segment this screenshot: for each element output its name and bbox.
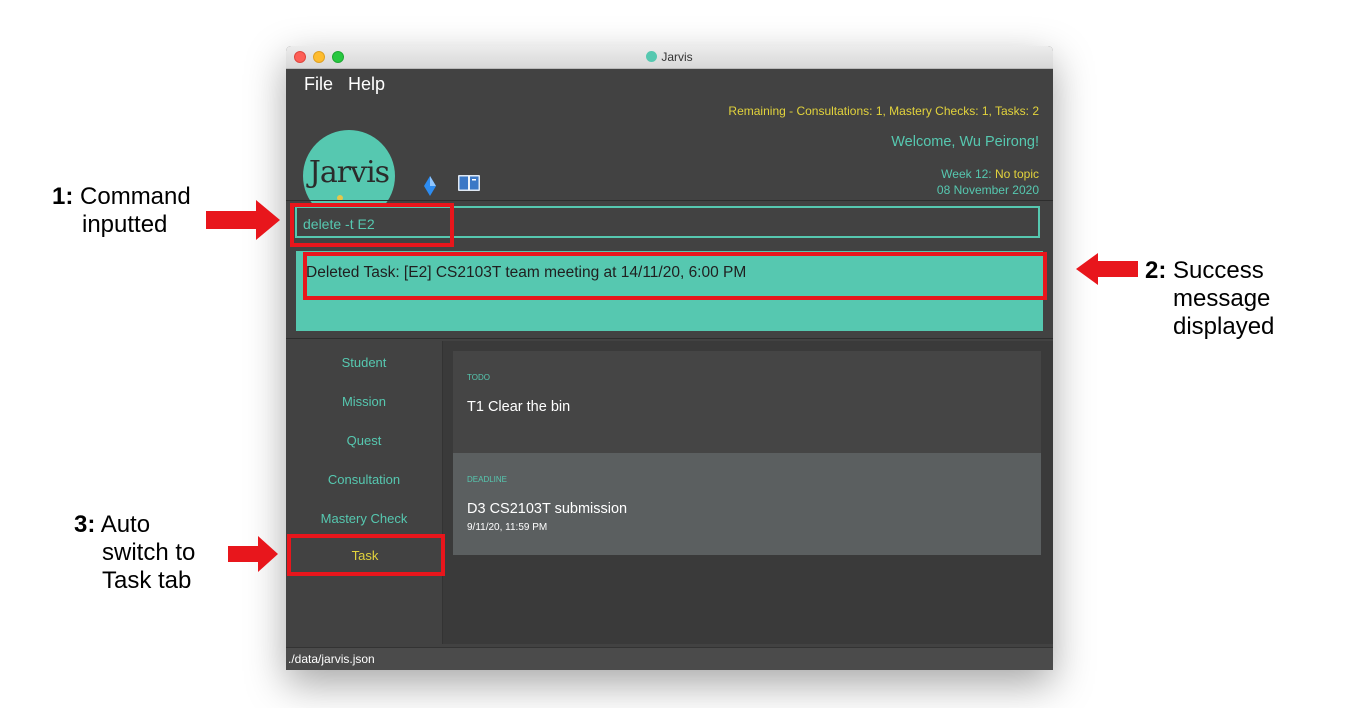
task-type-label: DEADLINE — [467, 475, 508, 484]
header-divider — [286, 200, 1053, 201]
data-file-path: ./data/jarvis.json — [288, 652, 375, 666]
task-list-panel: TODO T1 Clear the bin DEADLINE D3 CS2103… — [443, 341, 1053, 644]
tab-consultation[interactable]: Consultation — [286, 472, 442, 487]
tab-mission[interactable]: Mission — [286, 394, 442, 409]
annotation-3-line3: Task tab — [102, 567, 192, 594]
annotation-2-line2: message — [1173, 285, 1271, 312]
app-icon — [646, 51, 658, 62]
week-info: Week 12: No topic — [941, 167, 1039, 181]
annotation-1-line1: Command — [80, 183, 191, 210]
task-type-label: TODO — [467, 373, 490, 382]
annotation-3: 3: Auto switch to Task tab — [74, 511, 195, 595]
task-title: T1 Clear the bin — [467, 399, 571, 415]
arrow-left-icon — [1076, 253, 1138, 285]
window-title-wrap: Jarvis — [286, 50, 1053, 64]
menu-bar: File Help — [286, 69, 1053, 99]
week-label: Week 12: — [941, 167, 995, 181]
annotation-3-number: 3: — [74, 511, 96, 538]
task-deadline: 9/11/20, 11:59 PM — [467, 522, 548, 533]
tab-quest[interactable]: Quest — [286, 433, 442, 448]
task-title: D3 CS2103T submission — [467, 501, 628, 517]
result-divider — [286, 338, 1053, 339]
menu-help[interactable]: Help — [348, 74, 385, 95]
annotation-2-line3: displayed — [1173, 313, 1275, 340]
status-bar: ./data/jarvis.json — [286, 647, 1053, 670]
window-title: Jarvis — [661, 50, 693, 64]
welcome-message: Welcome, Wu Peirong! — [891, 134, 1039, 150]
tab-sidebar: Student Mission Quest Consultation Maste… — [286, 341, 443, 644]
highlight-result-box — [303, 252, 1047, 300]
app-window: Jarvis File Help Jarvis Remaining - Cons… — [286, 46, 1053, 670]
tab-student[interactable]: Student — [286, 355, 442, 370]
user-guide-book-icon[interactable] — [458, 173, 480, 193]
task-card[interactable]: TODO T1 Clear the bin — [453, 351, 1041, 453]
week-topic: No topic — [994, 167, 1039, 181]
annotation-2-number: 2: — [1145, 257, 1167, 284]
tab-mastery-check[interactable]: Mastery Check — [286, 511, 442, 526]
annotation-1-number: 1: — [52, 183, 74, 210]
highlight-task-tab — [287, 534, 445, 576]
menu-file[interactable]: File — [304, 74, 333, 95]
highlight-command-box — [290, 203, 454, 247]
logo-text: Jarvis — [308, 155, 390, 190]
arrow-right-icon — [206, 200, 280, 240]
remaining-summary: Remaining - Consultations: 1, Mastery Ch… — [728, 104, 1039, 118]
annotation-3-line2: switch to — [102, 539, 196, 566]
annotation-2: 2: Success message displayed — [1145, 257, 1274, 341]
title-bar[interactable]: Jarvis — [286, 46, 1053, 69]
annotation-3-line1: Auto — [100, 511, 151, 538]
current-date: 08 November 2020 — [936, 183, 1039, 197]
diamond-icon[interactable] — [424, 176, 436, 196]
arrow-right-icon — [228, 536, 278, 572]
annotation-1: 1: Command inputted — [52, 183, 191, 239]
annotation-1-line2: inputted — [82, 211, 168, 238]
task-card[interactable]: DEADLINE D3 CS2103T submission 9/11/20, … — [453, 453, 1041, 555]
annotation-2-line1: Success — [1173, 257, 1264, 284]
